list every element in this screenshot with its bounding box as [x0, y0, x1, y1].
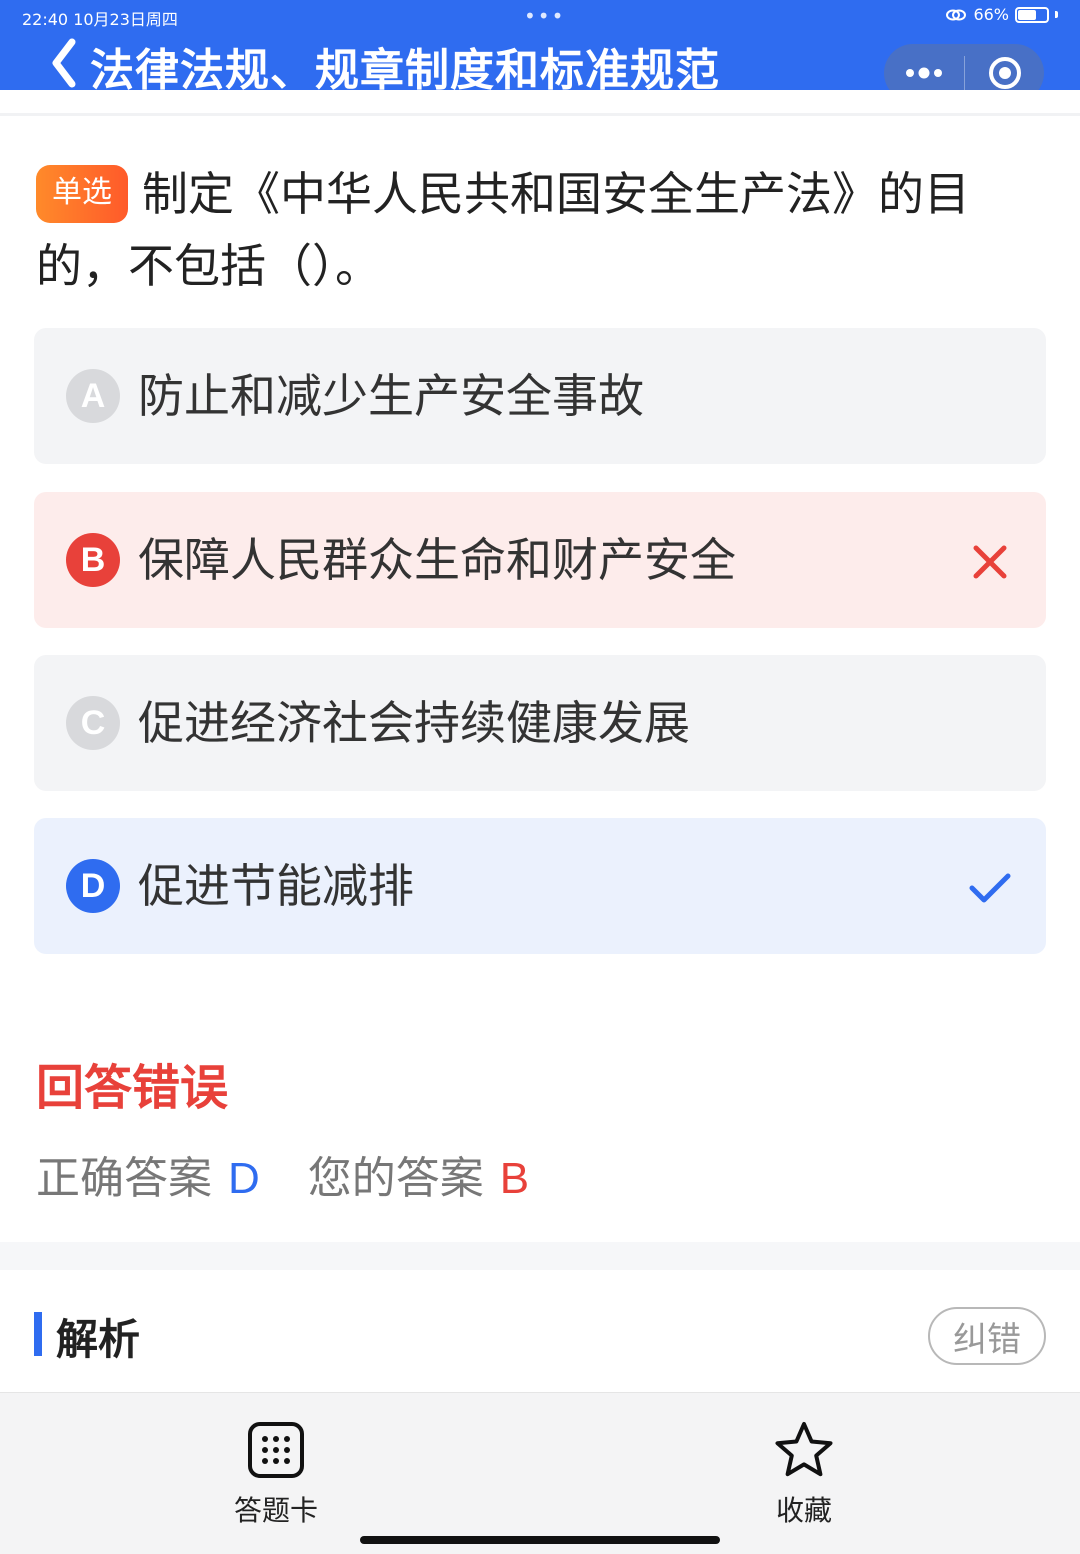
option-letter: C	[66, 696, 120, 750]
page-title: 法律法规、规章制度和标准规范	[90, 45, 720, 96]
option-letter: A	[66, 369, 120, 423]
star-icon	[775, 1422, 833, 1477]
status-time: 22:40 10月23日周四	[22, 10, 178, 29]
wifi-icon	[946, 9, 967, 20]
cross-icon	[973, 545, 1007, 579]
battery-percent: 66%	[973, 5, 1009, 24]
option-letter: D	[66, 859, 120, 913]
battery-icon	[1015, 6, 1049, 23]
option-b[interactable]: B 保障人民群众生命和财产安全	[34, 492, 1046, 628]
option-text: 促进经济社会持续健康发展	[138, 696, 690, 750]
report-error-button[interactable]: 纠错	[928, 1307, 1046, 1365]
grid-icon	[248, 1422, 304, 1478]
home-indicator[interactable]	[360, 1536, 720, 1544]
analysis-title: 解析	[56, 1315, 141, 1364]
battery-tip	[1055, 11, 1058, 18]
correct-answer-value: D	[228, 1154, 260, 1203]
battery-fill	[1018, 9, 1037, 20]
option-d[interactable]: D 促进节能减排	[34, 818, 1046, 954]
analysis-accent-bar	[34, 1312, 42, 1356]
check-icon	[969, 873, 1011, 903]
question-type-badge: 单选	[36, 165, 128, 223]
bottom-toolbar: 答题卡 收藏	[0, 1392, 1080, 1554]
answer-card-button[interactable]: 答题卡	[206, 1419, 346, 1529]
option-c[interactable]: C 促进经济社会持续健康发展	[34, 655, 1046, 791]
header-divider	[0, 90, 1080, 116]
user-answer-label: 您的答案	[307, 1153, 484, 1204]
status-dots: •••	[524, 4, 566, 28]
back-icon[interactable]	[46, 36, 82, 90]
answer-summary: 正确答案 D 您的答案 B	[36, 1142, 529, 1206]
favorite-button[interactable]: 收藏	[734, 1419, 874, 1529]
user-answer-value: B	[499, 1154, 530, 1203]
question: 单选 制定《中华人民共和国安全生产法》的目的，不包括（）。	[36, 158, 1046, 302]
app-header: 22:40 10月23日周四 ••• 66% 法律法规、规章制度和标准规范	[0, 0, 1080, 102]
option-text: 保障人民群众生命和财产安全	[138, 533, 736, 587]
favorite-label: 收藏	[775, 1494, 832, 1527]
more-icon	[906, 67, 942, 79]
correct-answer-label: 正确答案	[36, 1153, 212, 1204]
section-divider	[0, 1242, 1080, 1270]
result-title: 回答错误	[36, 1060, 229, 1116]
option-text: 促进节能减排	[138, 859, 414, 913]
question-text: 制定《中华人民共和国安全生产法》的目的，不包括（）。	[36, 167, 970, 293]
option-letter: B	[66, 533, 120, 587]
answer-card-label: 答题卡	[233, 1494, 318, 1527]
option-a[interactable]: A 防止和减少生产安全事故	[34, 328, 1046, 464]
close-target-icon	[988, 57, 1021, 89]
option-text: 防止和减少生产安全事故	[138, 369, 644, 423]
status-right: 66%	[945, 5, 1058, 24]
